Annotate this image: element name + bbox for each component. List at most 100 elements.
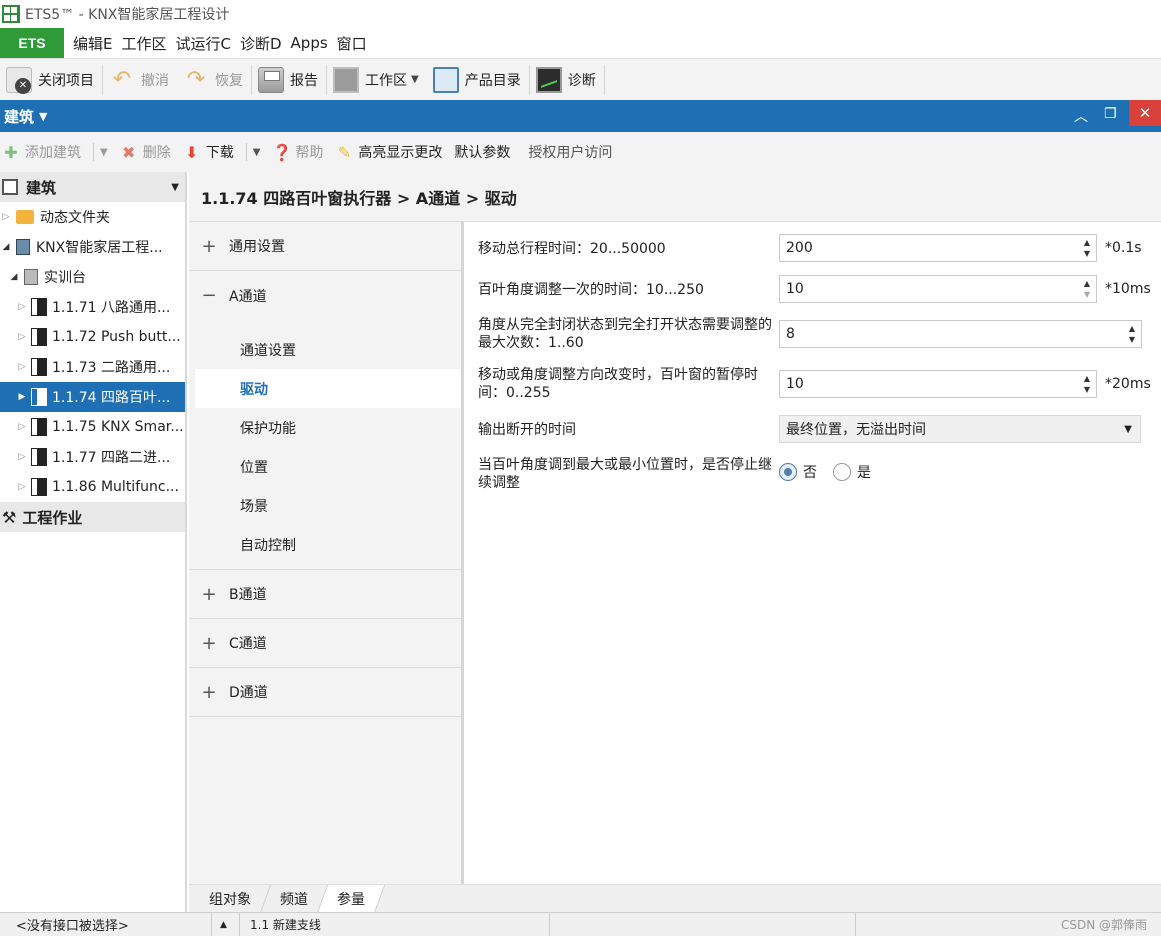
tree-item-room[interactable]: ◢ 实训台	[0, 262, 185, 292]
add-building-button[interactable]: ✚ 添加建筑	[2, 142, 87, 162]
expand-arrow-icon[interactable]: ▷	[16, 362, 28, 372]
expand-arrow-icon[interactable]: ▶	[16, 392, 28, 402]
tree-item-device[interactable]: ▷ 1.1.72 Push butt...	[0, 322, 185, 352]
title-bar: ETS5™ - KNX智能家居工程设计	[0, 0, 1161, 28]
expand-arrow-icon[interactable]: ▷	[0, 212, 12, 222]
tree-item-device[interactable]: ▷ 1.1.75 KNX Smar...	[0, 412, 185, 442]
menu-commissioning[interactable]: 试运行C	[176, 33, 231, 54]
max-slat-steps-input[interactable]: 8 ▲ ▼	[779, 320, 1142, 348]
param-label: 百叶角度调整一次的时间：10...250	[478, 282, 704, 298]
nav-protection[interactable]: 保护功能	[189, 408, 461, 447]
menu-window[interactable]: 窗口	[337, 33, 367, 54]
collapse-arrow-icon[interactable]: ◢	[8, 272, 20, 282]
minus-icon: −	[201, 285, 217, 306]
tree-item-device-selected[interactable]: ▶ 1.1.74 四路百叶...	[0, 382, 185, 412]
tree-item-device[interactable]: ▷ 1.1.73 二路通用...	[0, 352, 185, 382]
device-icon	[31, 418, 47, 436]
building-panel-bar: 建筑 ▼ ︿ ❐ ✕	[0, 100, 1161, 132]
unit-label: *20ms	[1105, 376, 1151, 392]
tree-item-project[interactable]: ◢ KNX智能家居工程...	[0, 232, 185, 262]
menu-apps[interactable]: Apps	[291, 34, 328, 52]
spinner-arrows-icon[interactable]: ▲ ▼	[1084, 278, 1090, 300]
nav-channel-b[interactable]: + B通道	[189, 570, 461, 619]
nav-channel-settings[interactable]: 通道设置	[189, 330, 461, 369]
catalog-book-icon	[432, 66, 459, 93]
building-toolbar: ✚ 添加建筑 ▼ ✖ 删除 ⬇ 下载 ▼ ❓ 帮助 ✎ 高亮显示更改 默认参数 …	[0, 132, 1161, 172]
undo-button[interactable]: ↶ 撤消	[103, 59, 177, 101]
chevron-down-icon[interactable]: ▼	[100, 147, 108, 158]
default-params-button[interactable]: 默认参数	[454, 142, 516, 162]
output-off-time-select[interactable]: 最终位置，无溢出时间 ▼	[779, 415, 1141, 443]
diagnostics-monitor-icon	[535, 66, 562, 93]
spinner-arrows-icon[interactable]: ▲ ▼	[1129, 323, 1135, 345]
watermark-text: CSDN @郭俸雨	[1060, 918, 1147, 932]
restore-window-icon[interactable]: ❐	[1104, 106, 1117, 122]
total-travel-time-input[interactable]: 200 ▲ ▼	[779, 234, 1097, 262]
panel-title[interactable]: 建筑	[4, 106, 34, 127]
radio-yes[interactable]	[833, 463, 851, 481]
nav-channel-a[interactable]: − A通道	[189, 271, 461, 320]
redo-icon: ↷	[186, 66, 206, 92]
close-panel-button[interactable]: ✕	[1129, 100, 1161, 126]
redo-button[interactable]: ↷ 恢复	[177, 59, 251, 101]
nav-drive[interactable]: 驱动	[195, 369, 461, 408]
expand-arrow-icon[interactable]: ▷	[16, 302, 28, 312]
chevron-down-icon[interactable]: ▼	[39, 110, 47, 123]
nav-channel-c[interactable]: + C通道	[189, 619, 461, 668]
chevron-down-icon[interactable]: ▼	[171, 182, 179, 193]
highlight-changes-button[interactable]: ✎ 高亮显示更改	[335, 142, 448, 162]
menu-diagnostics[interactable]: 诊断D	[240, 33, 282, 54]
undo-icon: ↶	[112, 66, 132, 92]
expand-arrow-icon[interactable]: ▷	[16, 482, 28, 492]
collapse-arrow-icon[interactable]: ◢	[0, 242, 12, 252]
interface-status[interactable]: <没有接口被选择>	[0, 912, 212, 936]
direction-pause-time-input[interactable]: 10 ▲ ▼	[779, 370, 1097, 398]
expand-arrow-icon[interactable]: ▷	[16, 452, 28, 462]
report-button[interactable]: 报告	[252, 59, 326, 101]
collapse-up-icon[interactable]: ︿	[1074, 106, 1088, 126]
tree-header[interactable]: 建筑 ▼	[0, 172, 185, 202]
tab-channels[interactable]: 频道	[260, 884, 329, 913]
spinner-arrows-icon[interactable]: ▲ ▼	[1084, 237, 1090, 259]
tree-item-device[interactable]: ▷ 1.1.71 八路通用...	[0, 292, 185, 322]
delete-button[interactable]: ✖ 删除	[120, 142, 177, 162]
menu-edit[interactable]: 编辑E	[73, 33, 112, 54]
tree-item-device[interactable]: ▷ 1.1.77 四路二进...	[0, 442, 185, 472]
tab-group-objects[interactable]: 组对象	[189, 884, 272, 913]
download-button[interactable]: ⬇ 下载	[183, 142, 240, 162]
slat-step-time-input[interactable]: 10 ▲ ▼	[779, 275, 1097, 303]
authorize-access-button[interactable]: 授权用户访问	[528, 142, 618, 162]
chevron-up-icon[interactable]: ▲	[212, 912, 240, 936]
diagnose-button[interactable]: 诊断	[530, 59, 604, 101]
close-project-button[interactable]: 关闭项目	[0, 59, 102, 101]
nav-position[interactable]: 位置	[189, 447, 461, 486]
tree-item-device[interactable]: ▷ 1.1.86 Multifunc...	[0, 472, 185, 502]
toolbar-separator	[245, 143, 247, 161]
radio-no-label: 否	[803, 465, 817, 481]
spinner-arrows-icon[interactable]: ▲ ▼	[1084, 373, 1090, 395]
expand-arrow-icon[interactable]: ▷	[16, 422, 28, 432]
plus-icon: +	[201, 632, 217, 654]
radio-no[interactable]	[779, 463, 797, 481]
workspace-icon	[333, 66, 359, 93]
help-button[interactable]: ❓ 帮助	[272, 142, 329, 162]
nav-auto-control[interactable]: 自动控制	[189, 525, 461, 564]
chevron-down-icon[interactable]: ▼	[253, 147, 261, 158]
catalog-button[interactable]: 产品目录	[427, 59, 529, 101]
nav-channel-d[interactable]: + D通道	[189, 668, 461, 717]
param-label: 角度从完全封闭状态到完全打开状态需要调整的最大次数：1..60	[478, 317, 772, 351]
param-label: 输出断开的时间	[478, 422, 576, 438]
nav-scene[interactable]: 场景	[189, 486, 461, 525]
project-jobs-header[interactable]: ⚒ 工程作业	[0, 502, 185, 532]
stop-at-limit-radios: 否 是	[779, 462, 871, 482]
tab-parameters[interactable]: 参量	[317, 884, 386, 913]
plus-icon: ✚	[4, 142, 18, 162]
tree-item-dynamic-folder[interactable]: ▷ 动态文件夹	[0, 202, 185, 232]
ets-menu-button[interactable]: ETS	[0, 28, 64, 58]
expand-arrow-icon[interactable]: ▷	[16, 332, 28, 342]
workspace-button[interactable]: 工作区 ▼	[327, 59, 427, 101]
param-label: 当百叶角度调到最大或最小位置时，是否停止继续调整	[478, 457, 772, 491]
nav-general-settings[interactable]: + 通用设置	[189, 222, 461, 271]
menu-workspace[interactable]: 工作区	[121, 33, 166, 54]
chevron-down-icon: ▼	[411, 74, 419, 85]
